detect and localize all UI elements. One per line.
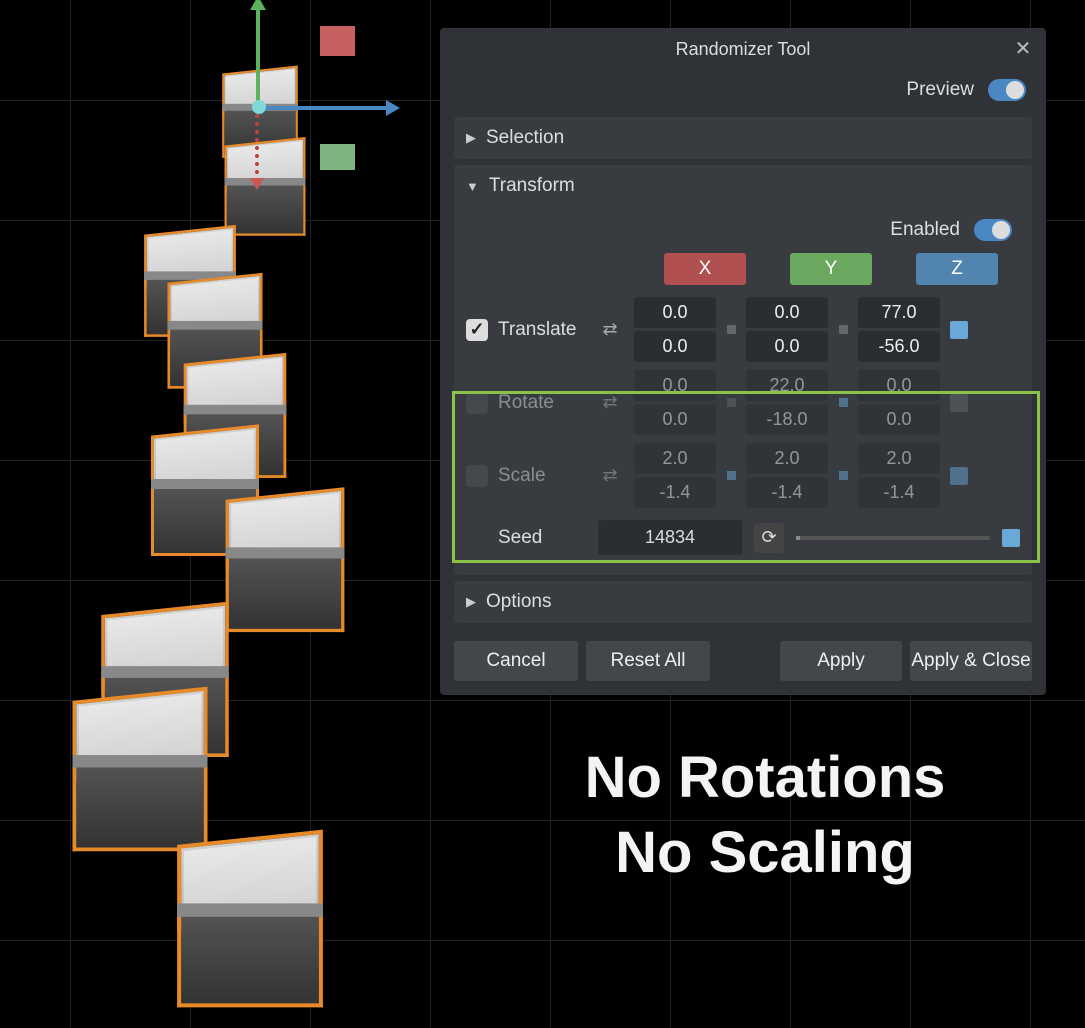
gizmo-plane-handle-xy[interactable] [320,144,355,170]
rotate-z-max[interactable]: 0.0 [858,370,940,401]
section-selection-label: Selection [486,127,564,149]
apply-close-button[interactable]: Apply & Close [910,641,1032,681]
translate-x-min[interactable]: 0.0 [634,331,716,362]
seed-label: Seed [498,527,586,549]
scale-z-lock[interactable] [950,467,968,485]
translate-row: Translate ⇄ 0.0 0.0 0.0 0.0 77.0 -56.0 [466,293,1020,366]
scale-y-min[interactable]: -1.4 [746,477,828,508]
section-options-label: Options [486,591,551,613]
translate-z-max[interactable]: 77.0 [858,297,940,328]
rotate-y-lock[interactable] [839,398,848,407]
annotation-line1: No Rotations [460,740,1070,815]
seed-input[interactable]: 14834 [598,520,742,555]
translate-x-max[interactable]: 0.0 [634,297,716,328]
preview-toggle[interactable] [988,79,1026,101]
section-options: ▶ Options [454,581,1032,623]
scale-x-max[interactable]: 2.0 [634,443,716,474]
gizmo-origin[interactable] [252,100,266,114]
enabled-label: Enabled [890,219,960,241]
transform-enabled-toggle[interactable] [974,219,1012,241]
translate-y-lock[interactable] [839,325,848,334]
scale-checkbox[interactable] [466,465,488,487]
gizmo-x-arrow-icon [386,100,400,116]
gizmo-y-axis[interactable] [256,0,260,110]
seed-lock[interactable] [1002,529,1020,547]
scale-label: Scale [498,465,586,487]
seed-row: Seed 14834 ⟳ [466,512,1020,559]
scale-z-min[interactable]: -1.4 [858,477,940,508]
randomizer-panel: Randomizer Tool ✕ Preview ▶ Selection ▼ … [440,28,1046,695]
reset-all-button[interactable]: Reset All [586,641,710,681]
chevron-right-icon: ▶ [466,594,476,610]
link-icon[interactable]: ⇄ [596,392,624,413]
cancel-button[interactable]: Cancel [454,641,578,681]
panel-title-text: Randomizer Tool [676,39,811,59]
translate-z-lock[interactable] [950,321,968,339]
apply-button[interactable]: Apply [780,641,902,681]
section-transform: ▼ Transform Enabled X Y Z Translate ⇄ 0.… [454,165,1032,575]
rotate-z-min[interactable]: 0.0 [858,404,940,435]
axis-z-header: Z [916,253,998,285]
gizmo-y-arrow-icon [250,0,266,10]
translate-z-min[interactable]: -56.0 [858,331,940,362]
axis-y-header: Y [790,253,872,285]
annotation-line2: No Scaling [460,815,1070,890]
section-transform-header[interactable]: ▼ Transform [454,165,1032,207]
link-icon[interactable]: ⇄ [596,465,624,486]
panel-title: Randomizer Tool ✕ [440,28,1046,71]
rotate-row: Rotate ⇄ 0.0 0.0 22.0 -18.0 0.0 0.0 [466,366,1020,439]
rotate-z-lock[interactable] [950,394,968,412]
annotation-text: No Rotations No Scaling [460,740,1070,891]
axis-x-header: X [664,253,746,285]
section-transform-label: Transform [489,175,575,197]
transform-gizmo[interactable] [180,0,440,200]
rotate-x-max[interactable]: 0.0 [634,370,716,401]
close-button[interactable]: ✕ [1012,38,1034,60]
section-selection: ▶ Selection [454,117,1032,159]
rotate-x-min[interactable]: 0.0 [634,404,716,435]
seed-slider[interactable] [796,536,990,540]
scale-z-max[interactable]: 2.0 [858,443,940,474]
scale-x-lock[interactable] [727,471,736,480]
chevron-right-icon: ▶ [466,130,476,146]
refresh-seed-button[interactable]: ⟳ [754,523,784,553]
gizmo-x-axis[interactable] [260,106,390,110]
rotate-y-min[interactable]: -18.0 [746,404,828,435]
translate-label: Translate [498,319,586,341]
scale-y-max[interactable]: 2.0 [746,443,828,474]
scale-x-min[interactable]: -1.4 [634,477,716,508]
gizmo-plane-handle-xz[interactable] [320,26,355,56]
scale-row: Scale ⇄ 2.0 -1.4 2.0 -1.4 2.0 -1.4 [466,439,1020,512]
translate-checkbox[interactable] [466,319,488,341]
translate-x-lock[interactable] [727,325,736,334]
gizmo-z-axis[interactable] [253,112,261,182]
translate-y-max[interactable]: 0.0 [746,297,828,328]
gizmo-z-arrow-icon [250,178,264,190]
translate-y-min[interactable]: 0.0 [746,331,828,362]
rotate-label: Rotate [498,392,586,414]
rotate-checkbox[interactable] [466,392,488,414]
section-selection-header[interactable]: ▶ Selection [454,117,1032,159]
scale-y-lock[interactable] [839,471,848,480]
preview-label: Preview [906,79,974,101]
rotate-y-max[interactable]: 22.0 [746,370,828,401]
chevron-down-icon: ▼ [466,179,479,194]
section-options-header[interactable]: ▶ Options [454,581,1032,623]
rotate-x-lock[interactable] [727,398,736,407]
link-icon[interactable]: ⇄ [596,319,624,340]
